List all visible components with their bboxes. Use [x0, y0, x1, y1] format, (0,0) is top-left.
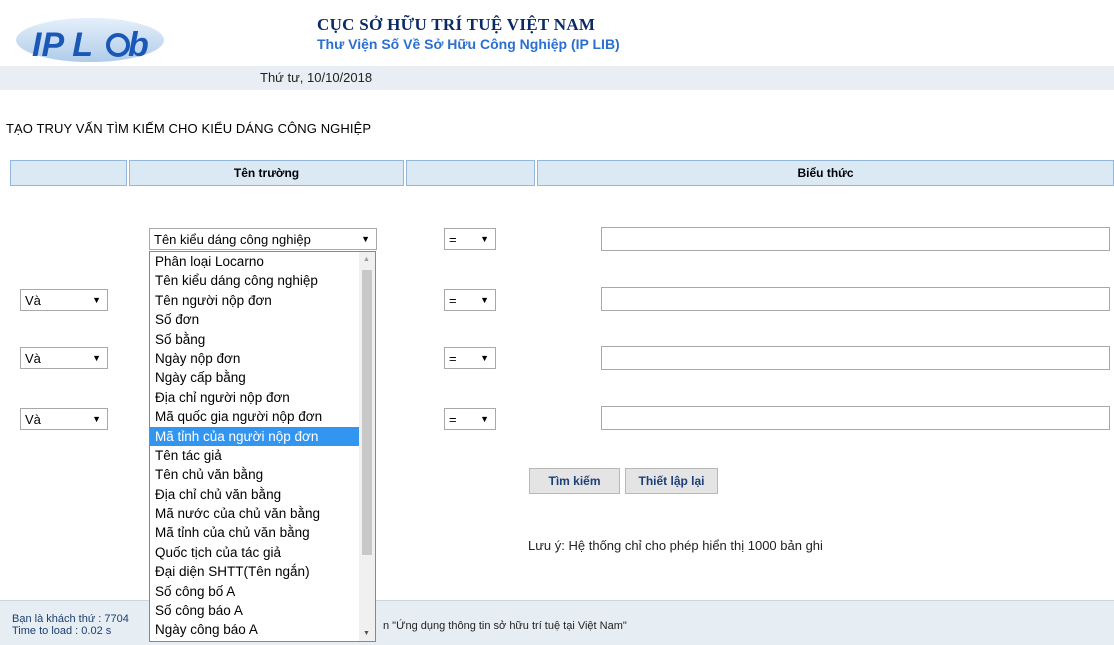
dropdown-option[interactable]: Số đơn — [150, 310, 375, 329]
scrollbar-thumb[interactable] — [362, 270, 372, 555]
logic-select-row-3[interactable]: Và ▼ — [20, 347, 108, 369]
scroll-down-icon[interactable]: ▼ — [363, 630, 370, 637]
chevron-down-icon: ▼ — [480, 234, 489, 244]
scroll-up-icon[interactable]: ▲ — [363, 256, 370, 263]
dropdown-option[interactable]: Địa chỉ chủ văn bằng — [150, 485, 375, 504]
svg-text:IP L: IP L — [32, 26, 93, 64]
chevron-down-icon: ▼ — [480, 353, 489, 363]
logic-select-value: Và — [25, 411, 41, 427]
library-subtitle: Thư Viện Số Về Sở Hữu Công Nghiệp (IP LI… — [317, 36, 620, 52]
current-date: Thứ tư, 10/10/2018 — [260, 70, 373, 85]
organization-title: CỤC SỞ HỮU TRÍ TUỆ VIỆT NAM — [317, 15, 596, 34]
dropdown-option[interactable]: Số bằng — [150, 330, 375, 349]
operator-select-row-2[interactable]: = ▼ — [444, 289, 496, 311]
dropdown-option[interactable]: Ngày nộp đơn — [150, 349, 375, 368]
expression-input-row-3[interactable] — [601, 346, 1110, 370]
expression-input-row-4[interactable] — [601, 406, 1110, 430]
column-header-expression: Biểu thức — [537, 160, 1114, 186]
logic-select-value: Và — [25, 350, 41, 366]
load-time: Time to load : 0.02 s — [12, 625, 112, 637]
operator-select-row-1[interactable]: = ▼ — [444, 228, 496, 250]
dropdown-option[interactable]: Số công báo A — [150, 601, 375, 620]
column-header-field-name: Tên trường — [129, 160, 404, 186]
page-title: TẠO TRUY VẤN TÌM KIẾM CHO KIỂU DÁNG CÔNG… — [6, 121, 372, 136]
reset-button[interactable]: Thiết lập lại — [625, 468, 718, 494]
dropdown-scrollbar[interactable]: ▲ ▼ — [359, 252, 375, 641]
operator-select-value: = — [449, 350, 457, 366]
search-button[interactable]: Tìm kiếm — [529, 468, 620, 494]
visitor-info: Bạn là khách thứ : 7704 Time to load : 0… — [12, 613, 129, 637]
dropdown-option[interactable]: Tên chủ văn bằng — [150, 465, 375, 484]
field-dropdown-list[interactable]: Phân loại Locarno Tên kiểu dáng công nghi… — [149, 251, 376, 642]
dropdown-option[interactable]: Tên người nộp đơn — [150, 291, 375, 310]
svg-text:b: b — [128, 26, 149, 64]
dropdown-option[interactable]: Mã tỉnh của người nộp đơn — [150, 426, 375, 446]
chevron-down-icon: ▼ — [361, 234, 370, 244]
logic-select-row-4[interactable]: Và ▼ — [20, 408, 108, 430]
ip-lib-logo[interactable]: IP L b — [8, 8, 168, 70]
dropdown-option[interactable]: Ngày công báo A — [150, 620, 375, 639]
dropdown-option[interactable]: Đại diện SHTT(Tên ngắn) — [150, 562, 375, 581]
logic-select-value: Và — [25, 292, 41, 308]
dropdown-option[interactable]: Tên kiểu dáng công nghiệp — [150, 271, 375, 290]
dropdown-options: Phân loại Locarno Tên kiểu dáng công nghi… — [150, 252, 375, 640]
dropdown-option[interactable]: Mã quốc gia người nộp đơn — [150, 407, 375, 426]
footer-text: n "Ứng dụng thông tin sở hữu trí tuệ tại… — [383, 620, 627, 632]
column-header-operator — [406, 160, 535, 186]
dropdown-option[interactable]: Ngày cấp bằng — [150, 368, 375, 387]
column-header-logic — [10, 160, 127, 186]
chevron-down-icon: ▼ — [480, 414, 489, 424]
dropdown-option[interactable]: Tên tác giả — [150, 446, 375, 465]
field-select-value: Tên kiểu dáng công nghiệp — [154, 231, 311, 247]
expression-input-row-2[interactable] — [601, 287, 1110, 311]
dropdown-option[interactable]: Địa chỉ người nộp đơn — [150, 388, 375, 407]
dropdown-option[interactable]: Số công bố A — [150, 582, 375, 601]
dropdown-option[interactable]: Phân loại Locarno — [150, 252, 375, 271]
operator-select-value: = — [449, 231, 457, 247]
chevron-down-icon: ▼ — [92, 414, 101, 424]
chevron-down-icon: ▼ — [92, 295, 101, 305]
result-limit-note: Lưu ý: Hệ thống chỉ cho phép hiển thị 10… — [528, 538, 823, 553]
date-bar — [0, 66, 1114, 90]
chevron-down-icon: ▼ — [92, 353, 101, 363]
visitor-count: Bạn là khách thứ : 7704 — [12, 613, 129, 625]
logic-select-row-2[interactable]: Và ▼ — [20, 289, 108, 311]
dropdown-option[interactable]: Mã tỉnh của chủ văn bằng — [150, 523, 375, 542]
operator-select-value: = — [449, 411, 457, 427]
field-select-row-1[interactable]: Tên kiểu dáng công nghiệp ▼ — [149, 228, 377, 250]
operator-select-value: = — [449, 292, 457, 308]
chevron-down-icon: ▼ — [480, 295, 489, 305]
operator-select-row-3[interactable]: = ▼ — [444, 347, 496, 369]
expression-input-row-1[interactable] — [601, 227, 1110, 251]
dropdown-option[interactable]: Mã nước của chủ văn bằng — [150, 504, 375, 523]
dropdown-option[interactable]: Quốc tịch của tác giả — [150, 543, 375, 562]
operator-select-row-4[interactable]: = ▼ — [444, 408, 496, 430]
